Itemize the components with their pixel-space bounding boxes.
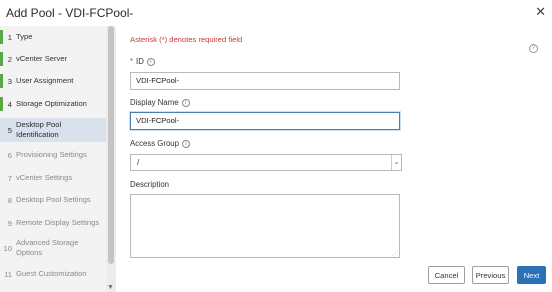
step-label: Desktop Pool Settings <box>16 195 91 204</box>
step-label: vCenter Settings <box>16 173 73 182</box>
required-asterisk: * <box>130 57 134 66</box>
step-number: 6 <box>7 150 12 160</box>
step-label: User Assignment <box>16 76 74 85</box>
step-vcenter-settings[interactable]: 7 vCenter Settings <box>0 171 106 185</box>
chevron-down-icon[interactable]: ⌄ <box>391 155 401 170</box>
step-number: 3 <box>7 76 12 86</box>
info-icon[interactable]: i <box>181 98 190 107</box>
description-textarea[interactable] <box>130 194 400 258</box>
access-group-select[interactable]: / ⌄ <box>130 154 402 171</box>
access-group-label: Access Group i <box>130 139 190 148</box>
step-number: 4 <box>7 99 12 109</box>
wizard-steps-sidebar: 1 Type 2 vCenter Server 3 User Assignmen… <box>0 26 116 292</box>
step-desktop-pool-settings[interactable]: 8 Desktop Pool Settings <box>0 193 106 207</box>
id-input[interactable]: VDI-FCPool- <box>130 72 400 90</box>
step-user-assignment[interactable]: 3 User Assignment <box>0 74 106 88</box>
step-desktop-pool-identification[interactable]: 5 Desktop Pool Identification <box>0 118 106 142</box>
sidebar-scrollbar[interactable]: ▼ <box>106 26 116 292</box>
step-label: Guest Customization <box>16 269 87 278</box>
previous-button[interactable]: Previous <box>472 266 509 284</box>
step-label: vCenter Server <box>16 54 68 63</box>
step-type[interactable]: 1 Type <box>0 30 106 44</box>
step-number: 11 <box>4 269 12 279</box>
description-label-text: Description <box>130 180 169 189</box>
info-icon[interactable]: i <box>181 139 190 148</box>
step-number: 5 <box>7 125 12 135</box>
id-label-text: ID <box>136 57 144 66</box>
access-group-value: / <box>137 158 140 167</box>
step-guest-customization[interactable]: 11 Guest Customization <box>0 267 106 281</box>
step-number: 1 <box>7 32 12 42</box>
info-icon[interactable]: i <box>146 57 155 66</box>
description-label: Description <box>130 180 169 189</box>
step-label: Advanced Storage Options <box>16 238 79 257</box>
required-field-note: Asterisk (*) denotes required field <box>130 35 243 44</box>
step-label: Type <box>16 32 33 41</box>
display-name-label-text: Display Name <box>130 98 179 107</box>
step-label: Provisioning Settings <box>16 150 87 159</box>
scroll-down-arrow-icon[interactable]: ▼ <box>107 284 114 291</box>
next-button[interactable]: Next <box>517 266 546 284</box>
close-icon[interactable]: ✕ <box>535 4 546 20</box>
help-circle-icon[interactable]: ? <box>529 44 538 53</box>
access-group-label-text: Access Group <box>130 139 179 148</box>
resize-grip-icon[interactable]: ⋰ <box>392 250 398 257</box>
step-provisioning-settings[interactable]: 6 Provisioning Settings <box>0 148 106 162</box>
display-name-input[interactable]: VDI-FCPool- <box>130 112 400 130</box>
step-label: Remote Display Settings <box>16 218 100 227</box>
step-label: Desktop Pool Identification <box>16 120 62 139</box>
dialog-title: Add Pool - VDI-FCPool- <box>6 6 134 20</box>
step-number: 9 <box>7 218 12 228</box>
step-number: 7 <box>7 173 12 183</box>
step-advanced-storage-options[interactable]: 10 Advanced Storage Options <box>0 235 106 261</box>
id-label: * ID i <box>130 57 155 66</box>
cancel-button[interactable]: Cancel <box>428 266 465 284</box>
step-number: 2 <box>7 54 12 64</box>
step-storage-optimization[interactable]: 4 Storage Optimization <box>0 97 106 111</box>
step-remote-display-settings[interactable]: 9 Remote Display Settings <box>0 216 106 230</box>
step-number: 10 <box>3 243 12 253</box>
scrollbar-thumb[interactable] <box>108 26 114 264</box>
form-panel: Asterisk (*) denotes required field ? * … <box>116 26 552 292</box>
step-label: Storage Optimization <box>16 99 87 108</box>
display-name-label: Display Name i <box>130 98 190 107</box>
step-vcenter-server[interactable]: 2 vCenter Server <box>0 52 106 66</box>
step-number: 8 <box>7 195 12 205</box>
